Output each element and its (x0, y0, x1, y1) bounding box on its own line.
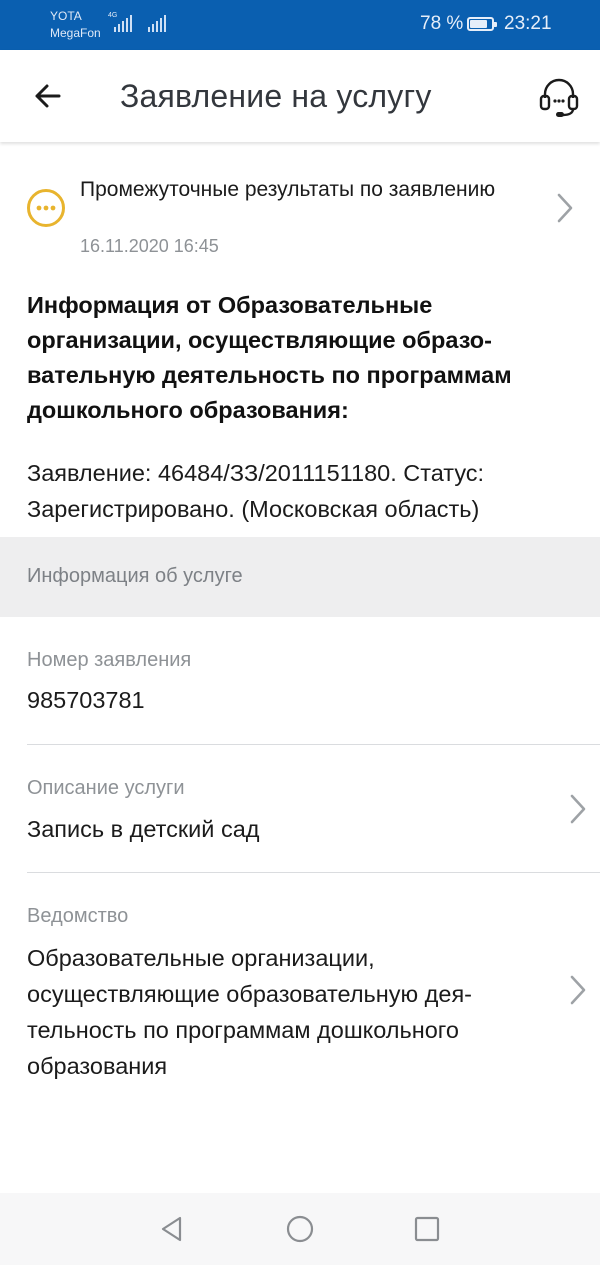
field-value: Запись в детский сад (27, 816, 260, 842)
carrier-names: YOTA MegaFon (50, 8, 101, 42)
app-bar: Заявление на услугу (0, 50, 600, 142)
home-circle-icon[interactable] (286, 1215, 314, 1243)
status-bar: YOTA MegaFon 4G 78 % 23:21 (0, 0, 600, 50)
signal-strength-icon: 4G (108, 12, 132, 32)
divider (27, 872, 600, 873)
divider (27, 744, 600, 745)
application-status-text: Заявление: 46484/ЗЗ/2011151180. Статус: … (27, 460, 485, 522)
back-triangle-icon[interactable] (158, 1215, 186, 1243)
recent-apps-icon[interactable] (413, 1215, 441, 1243)
chevron-right-icon (570, 794, 586, 824)
dots-in-circle-icon (27, 189, 65, 227)
field-value: Образовательные организации, осуществляю… (27, 945, 473, 1079)
intermediate-results-row[interactable]: Промежуточные результаты по заявлению 16… (0, 160, 600, 270)
field-label: Описание услуги (27, 777, 185, 799)
battery-percent: 78 % (420, 13, 464, 34)
headset-icon[interactable] (536, 74, 582, 120)
section-title: Информация об услуге (27, 565, 243, 587)
carrier-2: MegaFon (50, 26, 101, 40)
notification-title: Промежуточные результаты по заявлению (80, 178, 496, 201)
field-label: Номер заявления (27, 649, 192, 671)
chevron-right-icon (570, 975, 586, 1005)
arrow-left-icon[interactable] (28, 76, 68, 116)
clock: 23:21 (504, 13, 552, 34)
page-title: Заявление на услугу (120, 78, 432, 114)
chevron-right-icon (557, 193, 573, 223)
carrier-1: YOTA (50, 9, 82, 23)
section-header: Информация об услуге (0, 537, 600, 617)
notification-date: 16.11.2020 16:45 (80, 236, 219, 256)
system-navigation-bar (0, 1193, 600, 1265)
field-value: 985703781 (27, 687, 145, 713)
network-type: 4G (108, 12, 118, 19)
signal-strength-icon (148, 14, 166, 32)
battery-icon (467, 17, 497, 31)
message-heading: Информация от Образовательные организаци… (27, 292, 512, 423)
field-label: Ведомство (27, 905, 129, 927)
